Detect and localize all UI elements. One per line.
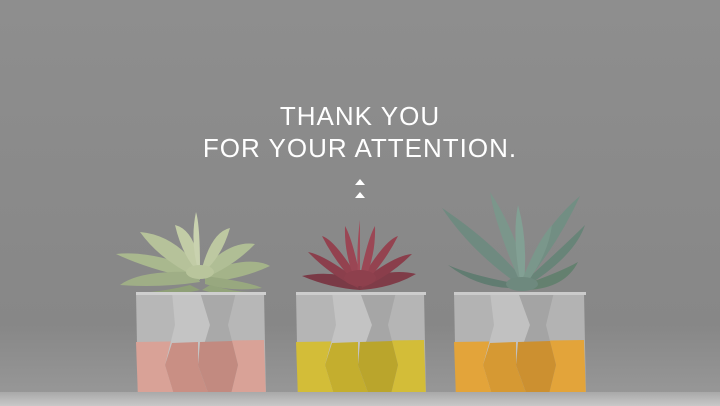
thank-you-slide: THANK YOU FOR YOUR ATTENTION. — [0, 0, 720, 406]
pot-middle — [296, 220, 426, 398]
pot-left — [116, 212, 270, 398]
shelf — [0, 392, 720, 406]
aloe-succulent-plant — [442, 192, 585, 291]
succulent-pots-photo — [116, 192, 586, 398]
red-succulent-plant — [302, 220, 416, 290]
pot-right — [442, 192, 586, 398]
pale-succulent-plant — [116, 212, 270, 295]
